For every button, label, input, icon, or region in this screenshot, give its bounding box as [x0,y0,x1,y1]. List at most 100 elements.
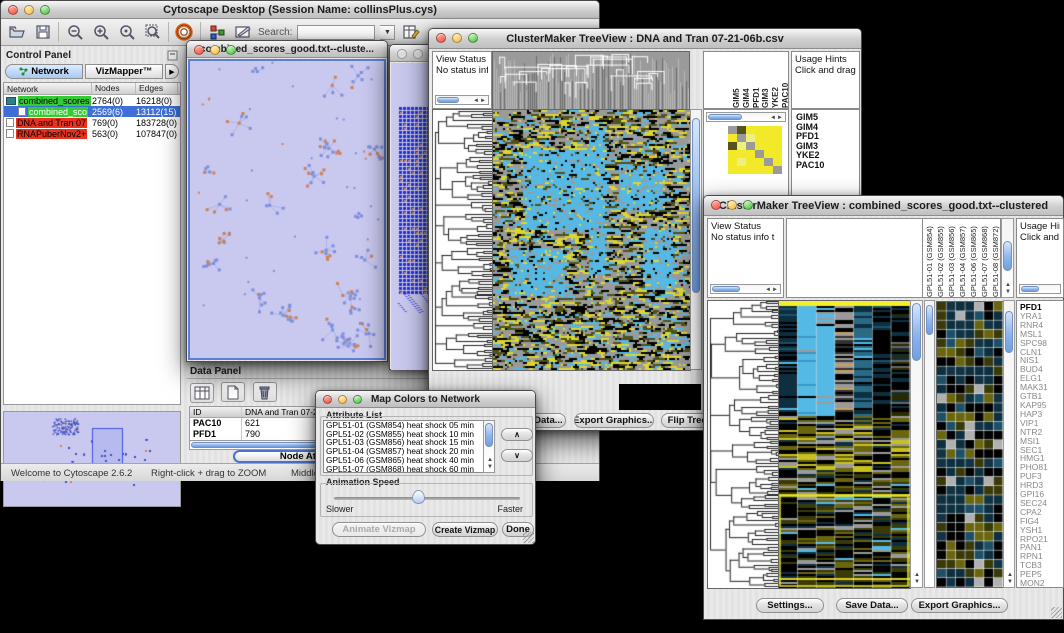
save-data-button[interactable]: Save Data... [836,598,908,613]
tv2-column-tree-area[interactable] [786,218,922,298]
gene-label[interactable]: MAK31 [1020,383,1063,392]
gene-label[interactable]: MSI1 [1020,437,1063,446]
tv1-row-dendrogram[interactable] [432,109,493,371]
float-panel-icon[interactable] [167,50,178,61]
gene-label[interactable]: HRD3 [1020,481,1063,490]
zoom-button[interactable] [226,45,236,55]
array-label[interactable]: GPL51-02 (GSM855) [936,219,945,297]
close-button[interactable] [194,45,204,55]
minimize-button[interactable] [452,33,462,43]
gene-label[interactable]: PFD1 [1020,303,1063,312]
tv2-top-vscrollbar[interactable]: ▲▼ [1001,218,1014,298]
gene-label[interactable]: MSL1 [1020,330,1063,339]
tv1-sub-hscrollbar[interactable]: ◄► [706,112,786,122]
open-file-icon[interactable] [6,22,27,43]
gene-label[interactable]: SEC1 [1020,446,1063,455]
network-row[interactable]: combined_scores 2764(0) 16218(0) [4,95,180,106]
gene-label[interactable]: RPO21 [1020,535,1063,544]
gene-label[interactable]: CLN1 [1020,348,1063,357]
search-input[interactable] [297,25,375,40]
close-button[interactable] [436,33,446,43]
zoom-button[interactable] [743,200,753,210]
tab-network[interactable]: Network [5,64,83,79]
move-up-button[interactable]: ∧ [501,428,533,441]
minimize-button[interactable] [413,49,423,59]
network-view-titlebar[interactable]: combined_scores_good.txt--cluste... [187,41,387,58]
export-graphics-button[interactable]: Export Graphics... [574,413,654,428]
gene-label[interactable]: PEP5 [1020,570,1063,579]
gene-label[interactable]: NIS1 [1020,356,1063,365]
gene-label[interactable]: GIM3 [796,142,859,152]
resize-grip[interactable] [523,532,534,543]
column-label[interactable]: GIM5 [732,52,739,108]
usage-hints-hscrollbar[interactable] [1019,284,1061,294]
slider-thumb[interactable] [412,490,425,504]
gene-label[interactable]: GTB1 [1020,392,1063,401]
gene-label[interactable]: YRA1 [1020,312,1063,321]
gene-label[interactable]: MON2 [1020,579,1063,588]
close-button[interactable] [397,49,407,59]
array-label[interactable]: GPL51-03 (GSM856) [947,219,956,297]
column-label[interactable]: GIM4 [742,52,749,108]
tv2-zoom-left-scrollbar[interactable] [924,300,935,588]
export-graphics-button[interactable]: Export Graphics... [911,598,1008,613]
array-label[interactable]: GPL51-07 (GSM868) [980,219,989,297]
gene-label[interactable]: VIP1 [1020,419,1063,428]
tv1-heatmap-vscrollbar[interactable] [690,109,702,370]
tv1-heatmap[interactable] [492,109,691,371]
gene-label[interactable]: PAC10 [796,161,859,171]
array-label[interactable]: GPL51-06 (GSM865) [969,219,978,297]
tv2-heatmap[interactable] [778,300,911,589]
network-row-selected[interactable]: combined_sco 2569(6) 13112(15) [4,106,180,117]
gene-label[interactable]: PFD1 [796,132,859,142]
column-label[interactable]: PAC10 [781,52,788,108]
move-down-button[interactable]: ∨ [501,449,533,462]
tab-overflow-button[interactable]: ▶ [165,64,179,79]
gene-label[interactable]: SPC98 [1020,339,1063,348]
search-dropdown-icon[interactable]: ▼ [380,25,395,40]
tv2-zoom-heatmap[interactable] [936,301,1004,588]
gene-label[interactable]: YKE2 [796,151,859,161]
gene-label[interactable]: RNR4 [1020,321,1063,330]
birdseye-canvas[interactable] [4,412,180,506]
gene-label[interactable]: GIM5 [796,113,859,123]
minimize-button[interactable] [727,200,737,210]
gene-label[interactable]: GIM4 [796,123,859,133]
treeview1-titlebar[interactable]: ClusterMaker TreeView : DNA and Tran 07-… [429,29,861,49]
gene-label[interactable]: GPI16 [1020,490,1063,499]
view-status-hscrollbar[interactable]: ◄► [435,95,489,105]
tv2-heatmap-vscrollbar[interactable]: ▲▼ [910,300,923,588]
settings-button[interactable]: Settings... [756,598,824,613]
gene-label[interactable]: PUF3 [1020,472,1063,481]
gene-label[interactable]: TCB3 [1020,561,1063,570]
zoom-out-icon[interactable] [64,22,85,43]
minimize-button[interactable] [338,395,347,404]
view-status-hscrollbar[interactable]: ◄► [710,284,781,294]
birdseye-view[interactable] [3,411,181,507]
gene-label[interactable]: PAN1 [1020,543,1063,552]
zoom-fit-icon[interactable] [142,22,163,43]
zoom-button[interactable] [40,5,50,15]
gene-label[interactable]: SEC24 [1020,499,1063,508]
tab-vizmapper[interactable]: VizMapper™ [85,64,163,79]
treeview2-titlebar[interactable]: ClusterMaker TreeView : combined_scores_… [704,196,1063,216]
network-row[interactable]: RNAPuberNov2+ 563(0) 107847(0) [4,128,180,139]
zoom-button[interactable] [468,33,478,43]
gene-label[interactable]: HMG1 [1020,454,1063,463]
select-attributes-icon[interactable] [190,383,214,403]
column-label[interactable]: PFD1 [752,52,759,108]
gene-label[interactable]: CPA2 [1020,508,1063,517]
minimize-button[interactable] [210,45,220,55]
gene-label[interactable]: BUD4 [1020,365,1063,374]
resize-grip[interactable] [1051,607,1062,618]
create-vizmap-button[interactable]: Create Vizmap [432,522,498,537]
tv1-col-dendrogram[interactable] [492,51,690,110]
close-button[interactable] [711,200,721,210]
animate-vizmap-button[interactable]: Animate Vizmap [332,522,426,537]
attribute-list-item[interactable]: GPL51-07 (GSM868) heat shock 60 min [324,465,494,473]
dialog-titlebar[interactable]: Map Colors to Network [316,391,535,408]
gene-label[interactable]: RPN1 [1020,552,1063,561]
attribute-editor-icon[interactable] [400,22,421,43]
gene-label[interactable]: HAP3 [1020,410,1063,419]
cytoscape-titlebar[interactable]: Cytoscape Desktop (Session Name: collins… [1,1,599,19]
